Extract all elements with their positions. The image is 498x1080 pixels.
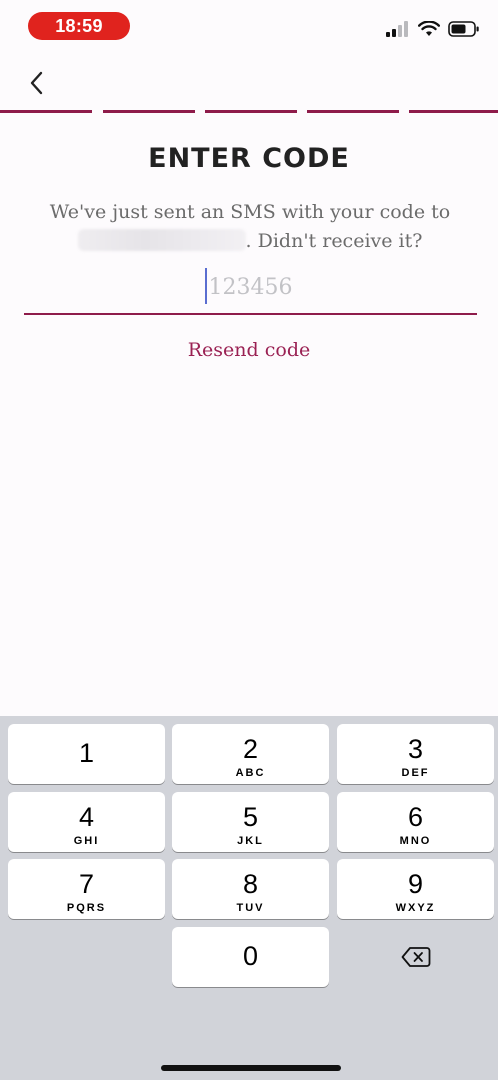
- key-letters: GHI: [73, 835, 100, 847]
- key-letters: PQRS: [66, 902, 107, 914]
- key-5[interactable]: 5 JKL: [172, 792, 329, 852]
- chevron-left-icon: [30, 71, 43, 95]
- key-letters: ABC: [235, 767, 266, 779]
- progress-segment: [103, 110, 195, 113]
- key-3[interactable]: 3 DEF: [337, 724, 494, 784]
- key-8[interactable]: 8 TUV: [172, 859, 329, 919]
- key-0[interactable]: 0: [172, 927, 329, 987]
- cellular-signal-icon: [386, 21, 408, 37]
- key-letters: MNO: [399, 835, 432, 847]
- wifi-icon: [418, 21, 440, 36]
- key-digit: 7: [78, 869, 95, 899]
- key-2[interactable]: 2 ABC: [172, 724, 329, 784]
- key-1[interactable]: 1: [8, 724, 165, 784]
- battery-icon: [448, 21, 479, 37]
- key-letters: TUV: [236, 902, 265, 914]
- key-letters: WXYZ: [395, 902, 436, 914]
- progress-segment: [0, 110, 92, 113]
- key-letters: DEF: [401, 767, 430, 779]
- backspace-icon: [401, 947, 430, 967]
- back-button[interactable]: [20, 66, 54, 100]
- status-icons: [386, 18, 480, 40]
- instructions-line2: . Didn't receive it?: [245, 230, 423, 252]
- progress-segment: [409, 110, 498, 113]
- key-digit: 1: [78, 738, 95, 768]
- key-7[interactable]: 7 PQRS: [8, 859, 165, 919]
- progress-segment: [307, 110, 399, 113]
- status-bar: 18:59: [0, 0, 498, 56]
- status-time: 18:59: [28, 12, 130, 40]
- key-6[interactable]: 6 MNO: [337, 792, 494, 852]
- key-digit: 0: [242, 941, 259, 971]
- home-indicator: [161, 1065, 341, 1071]
- numeric-keypad: 1 2 ABC 3 DEF 4 GHI 5 JKL 6 MNO 7 PQRS 8…: [0, 716, 498, 1080]
- page-title: ENTER CODE: [148, 143, 350, 174]
- key-digit: 4: [78, 802, 95, 832]
- instructions-line1: We've just sent an SMS with your code to: [49, 201, 451, 223]
- key-digit: 3: [407, 734, 424, 764]
- key-9[interactable]: 9 WXYZ: [337, 859, 494, 919]
- key-digit: 5: [242, 802, 259, 832]
- key-digit: 2: [242, 734, 259, 764]
- delete-key[interactable]: [337, 927, 494, 987]
- code-input[interactable]: [24, 262, 477, 312]
- code-underline: [24, 313, 477, 315]
- key-digit: 6: [407, 802, 424, 832]
- redacted-phone-number: [77, 229, 246, 251]
- instructions-text: We've just sent an SMS with your code to…: [30, 198, 470, 256]
- text-caret: [205, 268, 207, 304]
- step-progress: [0, 110, 498, 113]
- resend-code-link[interactable]: Resend code: [0, 339, 498, 361]
- key-digit: 8: [242, 869, 259, 899]
- key-digit: 9: [407, 869, 424, 899]
- key-4[interactable]: 4 GHI: [8, 792, 165, 852]
- progress-segment: [205, 110, 297, 113]
- code-field[interactable]: [24, 262, 477, 315]
- key-letters: JKL: [237, 835, 264, 847]
